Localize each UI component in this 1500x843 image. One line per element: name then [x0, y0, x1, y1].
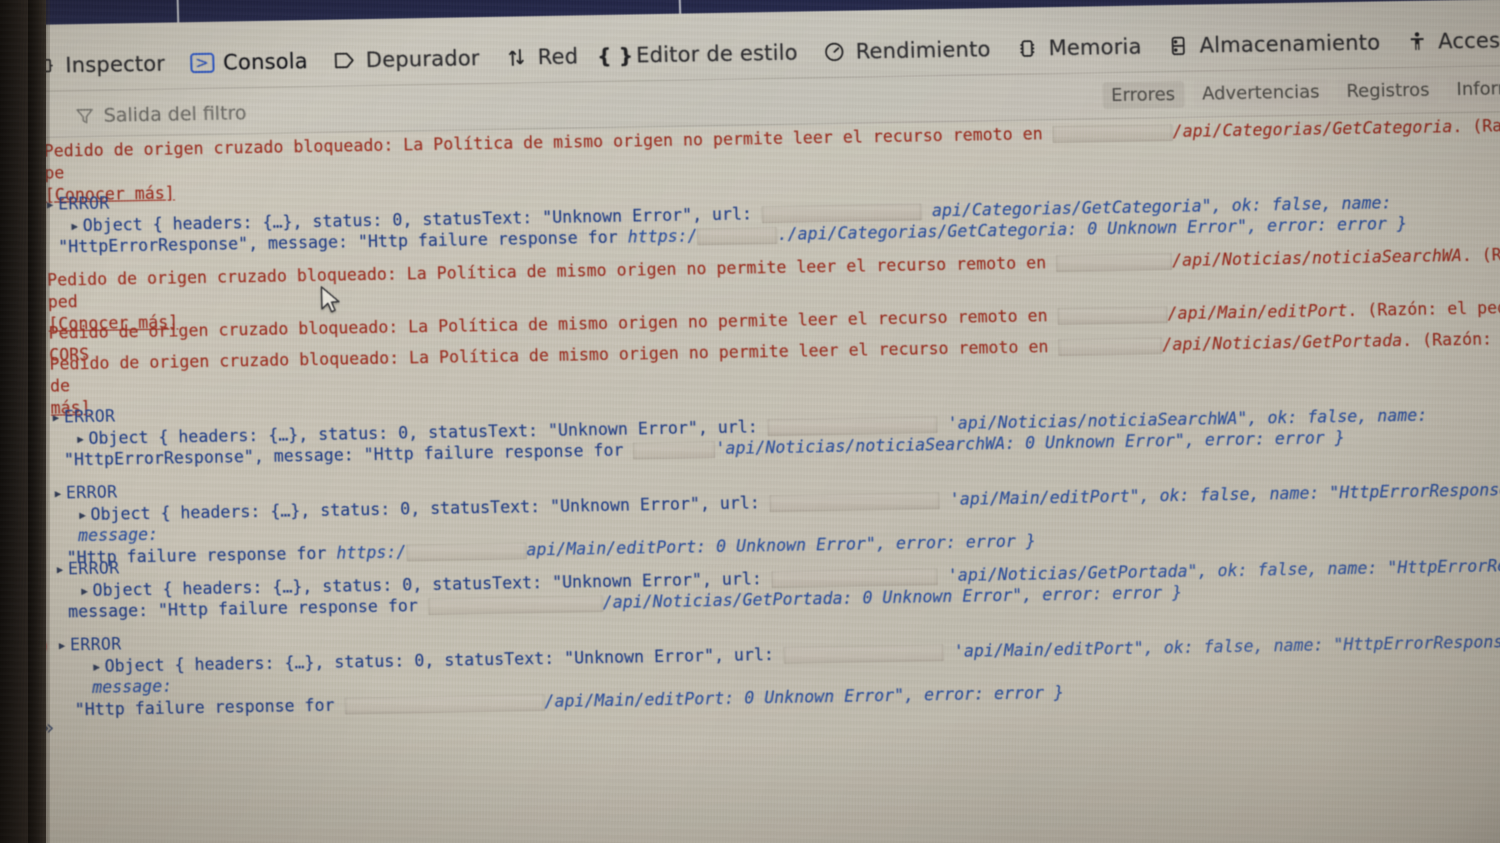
- filter-input-placeholder: Salida del filtro: [103, 102, 247, 127]
- tab-almacenamiento-label: Almacenamiento: [1199, 30, 1381, 58]
- tab-accesibilidad[interactable]: Accesibilidad: [1392, 22, 1500, 59]
- tab-editor-de-estilo-label: Editor de estilo: [635, 40, 799, 68]
- network-icon: [503, 44, 530, 70]
- expand-caret-icon[interactable]: ▸: [77, 504, 91, 526]
- accessibility-icon: [1404, 29, 1431, 55]
- filter-pill-registros[interactable]: Registros: [1337, 76, 1439, 106]
- expand-caret-icon[interactable]: ▸: [55, 558, 69, 580]
- expand-caret-icon[interactable]: ▸: [57, 634, 71, 656]
- expand-caret-icon[interactable]: ▸: [53, 482, 67, 504]
- monitor-bezel-left-shadow: [28, 0, 50, 843]
- tab-memoria[interactable]: Memoria: [1002, 29, 1154, 66]
- expand-caret-icon[interactable]: ▸: [51, 406, 65, 428]
- tab-memoria-label: Memoria: [1048, 34, 1142, 61]
- mouse-pointer: [320, 286, 340, 313]
- tab-consola[interactable]: > Consola: [177, 44, 321, 80]
- photographed-screen: Inspector > Consola Depurador Red {} Ed…: [0, 0, 1500, 843]
- tab-rendimiento[interactable]: Rendimiento: [809, 32, 1003, 69]
- expand-caret-icon[interactable]: ▸: [91, 655, 105, 677]
- performance-icon: [821, 39, 848, 65]
- funnel-icon: [76, 108, 93, 124]
- console-output[interactable]: ! Pedido de origen cruzado bloqueado: La…: [11, 112, 1500, 753]
- tab-depurador[interactable]: Depurador: [319, 41, 492, 78]
- tab-inspector-label: Inspector: [65, 51, 166, 78]
- debugger-icon: [331, 47, 358, 73]
- filter-pill-informacion[interactable]: Información: [1447, 74, 1500, 104]
- tab-red-label: Red: [537, 44, 579, 70]
- filter-pills[interactable]: Errores Advertencias Registros Informaci…: [1101, 74, 1500, 110]
- memory-icon: [1014, 35, 1041, 61]
- screen-plane: Inspector > Consola Depurador Red {} Ed…: [0, 0, 1500, 843]
- tab-depurador-label: Depurador: [365, 46, 480, 73]
- tab-editor-de-estilo[interactable]: { } Editor de estilo: [590, 35, 810, 73]
- tab-red[interactable]: Red: [491, 39, 590, 75]
- expand-caret-icon[interactable]: ▸: [79, 579, 93, 601]
- filter-pill-errores[interactable]: Errores: [1101, 80, 1185, 110]
- tab-rendimiento-label: Rendimiento: [855, 37, 991, 64]
- tab-consola-label: Consola: [222, 49, 309, 75]
- filter-pill-advertencias[interactable]: Advertencias: [1192, 78, 1329, 108]
- expand-caret-icon[interactable]: ▸: [75, 428, 89, 450]
- tab-accesibilidad-label: Accesibilidad: [1437, 26, 1500, 54]
- storage-icon: [1165, 33, 1192, 59]
- expand-caret-icon[interactable]: ▸: [69, 215, 83, 237]
- style-editor-icon: { }: [596, 43, 634, 69]
- console-icon: >: [189, 50, 216, 76]
- filter-input[interactable]: Salida del filtro: [74, 102, 247, 127]
- tab-almacenamiento[interactable]: Almacenamiento: [1153, 25, 1392, 63]
